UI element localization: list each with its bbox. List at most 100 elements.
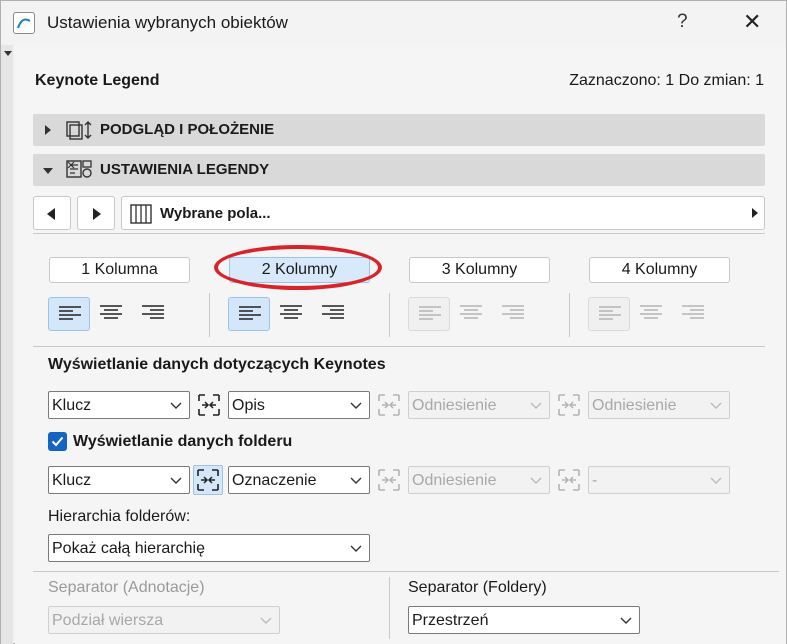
dropdown-value: Przestrzeń bbox=[412, 612, 489, 629]
keynote-field-1-dropdown[interactable]: Klucz bbox=[48, 391, 190, 419]
close-button[interactable]: ✕ bbox=[743, 9, 761, 35]
chevron-down-icon bbox=[530, 402, 542, 409]
divider bbox=[389, 577, 390, 639]
next-button[interactable] bbox=[77, 196, 115, 230]
align-left-button[interactable] bbox=[228, 297, 270, 331]
section-label: USTAWIENIA LEGENDY bbox=[100, 161, 270, 178]
annotation-separator-dropdown: Podział wiersza bbox=[48, 606, 280, 634]
align-left-icon bbox=[59, 306, 81, 320]
arrow-left-icon bbox=[47, 208, 55, 220]
chevron-down-icon bbox=[710, 477, 722, 484]
dropdown-value: Podział wiersza bbox=[52, 612, 164, 629]
chevron-down-icon bbox=[620, 617, 632, 624]
title-bar: Ustawienia wybranych obiektów ? ✕ bbox=[1, 1, 786, 45]
chevron-down-icon bbox=[260, 617, 272, 624]
object-name: Keynote Legend bbox=[35, 72, 160, 89]
collapse-marker-icon[interactable] bbox=[4, 51, 12, 56]
collapse-arrow-icon bbox=[43, 168, 53, 174]
columns-icon bbox=[130, 204, 152, 224]
align-center-button bbox=[630, 297, 672, 331]
folder-field-1-dropdown[interactable]: Klucz bbox=[48, 466, 190, 494]
chevron-down-icon bbox=[350, 545, 362, 552]
link-fields-icon bbox=[558, 469, 580, 491]
dropdown-value: Oznaczenie bbox=[232, 472, 317, 489]
section-preview-position[interactable]: PODGLĄD I POŁOŻENIE bbox=[33, 114, 765, 146]
column-3-button[interactable]: 3 Kolumny bbox=[409, 257, 550, 283]
hierarchy-dropdown[interactable]: Pokaż całą hierarchię bbox=[48, 534, 370, 562]
hierarchy-label: Hierarchia folderów: bbox=[48, 508, 191, 525]
arrow-right-icon bbox=[93, 208, 101, 220]
dropdown-value: Odniesienie bbox=[412, 472, 497, 489]
dropdown-value: Klucz bbox=[52, 397, 92, 414]
dropdown-value: Odniesienie bbox=[412, 397, 497, 414]
align-right-icon bbox=[682, 305, 704, 319]
folder-field-4-dropdown: - bbox=[588, 466, 730, 494]
align-left-button[interactable] bbox=[48, 297, 90, 331]
section-legend-settings[interactable]: USTAWIENIA LEGENDY bbox=[33, 154, 765, 186]
chevron-down-icon bbox=[350, 402, 362, 409]
align-right-icon bbox=[322, 305, 344, 319]
field-selector[interactable]: Wybrane pola... bbox=[121, 196, 765, 230]
previous-button[interactable] bbox=[33, 196, 71, 230]
selection-status: Zaznaczono: 1 Do zmian: 1 bbox=[569, 72, 764, 89]
legend-settings-icon bbox=[66, 160, 92, 178]
chevron-down-icon bbox=[170, 477, 182, 484]
divider bbox=[33, 571, 779, 572]
folders-separator-label: Separator (Foldery) bbox=[408, 579, 547, 596]
align-center-icon bbox=[640, 305, 662, 319]
keynotes-heading: Wyświetlanie danych dotyczących Keynotes bbox=[48, 356, 386, 373]
keynote-field-3-dropdown: Odniesienie bbox=[408, 391, 550, 419]
align-center-button[interactable] bbox=[270, 297, 312, 331]
align-center-icon bbox=[460, 305, 482, 319]
link-fields-icon[interactable] bbox=[197, 391, 221, 419]
align-left-button bbox=[408, 297, 450, 331]
dropdown-value: - bbox=[592, 472, 598, 489]
divider bbox=[33, 346, 765, 347]
keynote-field-4-dropdown: Odniesienie bbox=[588, 391, 730, 419]
align-left-button bbox=[588, 297, 630, 331]
column-4-button[interactable]: 4 Kolumny bbox=[589, 257, 730, 283]
expand-arrow-icon bbox=[45, 125, 51, 135]
section-label: PODGLĄD I POŁOŻENIE bbox=[100, 121, 275, 138]
align-right-button[interactable] bbox=[132, 297, 174, 331]
chevron-down-icon bbox=[350, 477, 362, 484]
window-title: Ustawienia wybranych obiektów bbox=[47, 13, 288, 32]
left-strip bbox=[1, 45, 13, 644]
divider bbox=[209, 293, 210, 337]
keynote-field-2-dropdown[interactable]: Opis bbox=[228, 391, 370, 419]
field-selector-label: Wybrane pola... bbox=[160, 205, 271, 222]
dialog-window: Ustawienia wybranych obiektów ? ✕ Keynot… bbox=[0, 0, 787, 644]
dropdown-value: Klucz bbox=[52, 472, 92, 489]
dropdown-value: Pokaż całą hierarchię bbox=[52, 540, 205, 557]
folder-data-label[interactable]: Wyświetlanie danych folderu bbox=[73, 433, 292, 451]
folders-separator-dropdown[interactable]: Przestrzeń bbox=[408, 606, 640, 634]
align-right-button[interactable] bbox=[312, 297, 354, 331]
help-button[interactable]: ? bbox=[677, 11, 688, 33]
align-right-button bbox=[492, 297, 534, 331]
align-center-button[interactable] bbox=[90, 297, 132, 331]
highlight-annotation bbox=[214, 245, 382, 290]
arrow-right-icon bbox=[752, 208, 758, 218]
column-1-button[interactable]: 1 Kolumna bbox=[49, 257, 190, 283]
folder-field-2-dropdown[interactable]: Oznaczenie bbox=[228, 466, 370, 494]
annotation-separator-label: Separator (Adnotacje) bbox=[48, 579, 205, 596]
align-center-icon bbox=[280, 305, 302, 319]
align-right-icon bbox=[142, 305, 164, 319]
preview-position-icon bbox=[66, 121, 92, 140]
chevron-down-icon bbox=[530, 477, 542, 484]
link-fields-icon bbox=[558, 394, 580, 416]
divider bbox=[569, 293, 570, 337]
link-toggle-active[interactable] bbox=[193, 465, 223, 495]
dropdown-value: Opis bbox=[232, 397, 265, 414]
align-right-button bbox=[672, 297, 714, 331]
align-center-button bbox=[450, 297, 492, 331]
dropdown-value: Odniesienie bbox=[592, 397, 677, 414]
divider bbox=[389, 293, 390, 337]
field-navigator: Wybrane pola... bbox=[33, 196, 765, 230]
folder-field-3-dropdown: Odniesienie bbox=[408, 466, 550, 494]
folder-data-checkbox[interactable] bbox=[48, 432, 67, 451]
app-icon bbox=[13, 12, 35, 34]
chevron-down-icon bbox=[710, 402, 722, 409]
align-center-icon bbox=[100, 305, 122, 319]
align-left-icon bbox=[419, 306, 441, 320]
